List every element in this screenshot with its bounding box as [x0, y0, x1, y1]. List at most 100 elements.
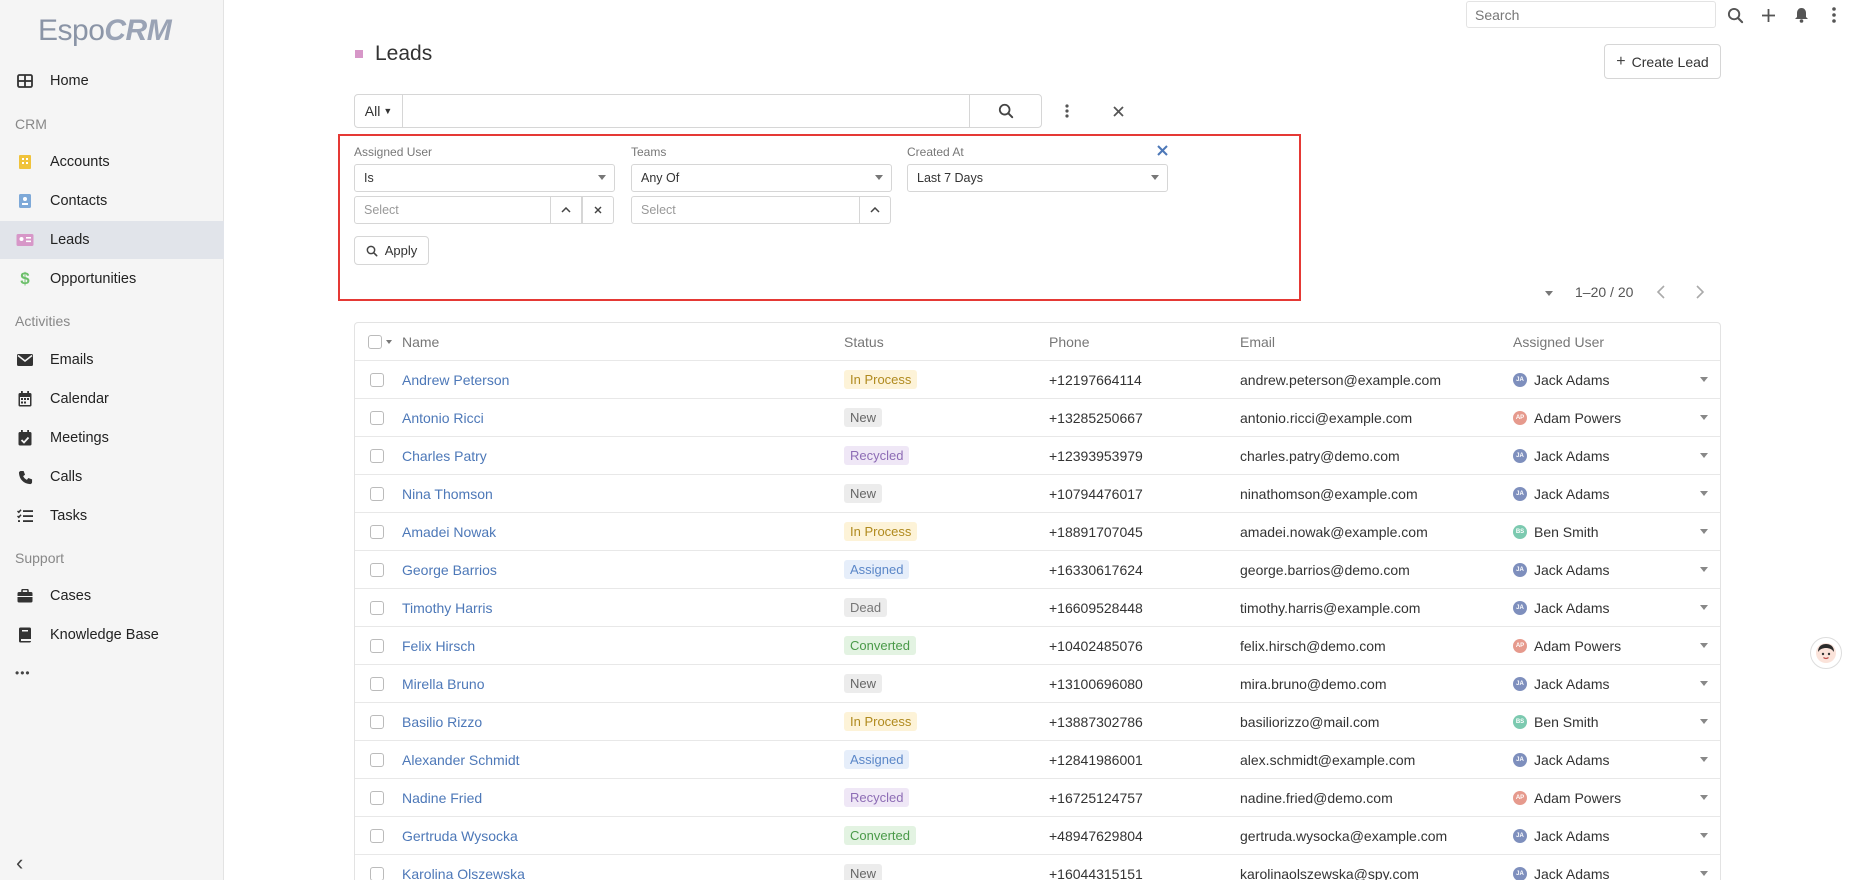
row-actions-dropdown-icon[interactable] [1700, 757, 1708, 762]
row-checkbox[interactable] [370, 715, 384, 729]
select-all-checkbox[interactable] [368, 335, 382, 349]
created-at-select[interactable]: Last 7 Days [907, 164, 1168, 192]
collapse-sidebar-icon[interactable]: ‹ [16, 852, 23, 874]
sidebar-item-knowledge-base[interactable]: Knowledge Base [0, 616, 224, 654]
row-actions-dropdown-icon[interactable] [1700, 795, 1708, 800]
lead-name-link[interactable]: Basilio Rizzo [402, 714, 482, 730]
global-search-input[interactable] [1466, 1, 1716, 28]
previous-page-icon[interactable] [1656, 284, 1666, 303]
menu-dots-icon[interactable] [1822, 3, 1846, 27]
row-actions-dropdown-icon[interactable] [1700, 605, 1708, 610]
row-actions-dropdown-icon[interactable] [1700, 491, 1708, 496]
email-cell: mira.bruno@demo.com [1240, 675, 1387, 692]
teams-operator-select[interactable]: Any Of [631, 164, 892, 192]
row-checkbox[interactable] [370, 829, 384, 843]
filter-scope-dropdown[interactable]: All ▼ [355, 95, 403, 127]
row-actions-dropdown-icon[interactable] [1700, 567, 1708, 572]
lead-name-link[interactable]: George Barrios [402, 562, 497, 578]
lead-name-link[interactable]: Andrew Peterson [402, 372, 509, 388]
row-actions-dropdown-icon[interactable] [1700, 415, 1708, 420]
more-icon[interactable]: ••• [15, 666, 31, 680]
sidebar-item-leads[interactable]: Leads [0, 221, 224, 259]
row-actions-dropdown-icon[interactable] [1700, 681, 1708, 686]
sidebar-item-label: Knowledge Base [50, 627, 159, 643]
lead-name-link[interactable]: Alexander Schmidt [402, 752, 520, 768]
row-checkbox[interactable] [370, 601, 384, 615]
column-header-phone[interactable]: Phone [1049, 323, 1089, 360]
row-checkbox[interactable] [370, 525, 384, 539]
column-header-name[interactable]: Name [402, 323, 439, 360]
column-header-status[interactable]: Status [844, 323, 884, 360]
row-checkbox[interactable] [370, 753, 384, 767]
next-page-icon[interactable] [1695, 284, 1705, 303]
created-at-value: Last 7 Days [917, 171, 984, 185]
reset-filters-close-icon[interactable] [1105, 98, 1131, 124]
lead-name-link[interactable]: Karolina Olszewska [402, 866, 525, 880]
row-checkbox[interactable] [370, 867, 384, 880]
lead-name-link[interactable]: Felix Hirsch [402, 638, 475, 654]
lead-name-link[interactable]: Mirella Bruno [402, 676, 484, 692]
table-row: Nadine Fried Recycled +16725124757 nadine.f… [355, 779, 1720, 817]
row-actions-dropdown-icon[interactable] [1700, 833, 1708, 838]
row-actions-dropdown-icon[interactable] [1700, 643, 1708, 648]
chevron-up-icon[interactable] [859, 196, 891, 224]
sidebar-item-opportunities[interactable]: $ Opportunities [0, 260, 224, 298]
search-button[interactable] [969, 95, 1041, 127]
row-checkbox[interactable] [370, 487, 384, 501]
row-checkbox[interactable] [370, 563, 384, 577]
assistant-avatar-icon[interactable] [1810, 637, 1842, 669]
lead-name-link[interactable]: Gertruda Wysocka [402, 828, 518, 844]
row-actions-dropdown-icon[interactable] [1700, 871, 1708, 876]
contact-card-icon [15, 191, 35, 211]
table-row: George Barrios Assigned +16330617624 george… [355, 551, 1720, 589]
assigned-user-name: Ben Smith [1534, 523, 1599, 540]
row-checkbox[interactable] [370, 677, 384, 691]
email-cell: karolinaolszewska@spy.com [1240, 865, 1419, 880]
pagination-dropdown-icon[interactable] [1545, 291, 1553, 296]
search-input[interactable] [403, 95, 969, 127]
lead-name-link[interactable]: Nadine Fried [402, 790, 482, 806]
row-actions-dropdown-icon[interactable] [1700, 453, 1708, 458]
row-checkbox[interactable] [370, 639, 384, 653]
search-icon[interactable] [1723, 3, 1747, 27]
sidebar-item-tasks[interactable]: Tasks [0, 497, 224, 535]
sidebar-item-cases[interactable]: Cases [0, 577, 224, 615]
row-checkbox[interactable] [370, 411, 384, 425]
bell-icon[interactable] [1789, 3, 1813, 27]
lead-name-link[interactable]: Amadei Nowak [402, 524, 496, 540]
chevron-down-icon [598, 175, 606, 180]
row-checkbox[interactable] [370, 449, 384, 463]
sidebar-item-emails[interactable]: Emails [0, 341, 224, 379]
lead-name-link[interactable]: Charles Patry [402, 448, 487, 464]
assigned-user-name: Ben Smith [1534, 713, 1599, 730]
teams-select-input[interactable] [631, 196, 860, 224]
sidebar-item-home[interactable]: Home [0, 62, 224, 100]
sidebar-item-contacts[interactable]: Contacts [0, 182, 224, 220]
app-logo[interactable]: Espo CRM [38, 14, 172, 48]
select-all-dropdown-icon[interactable] [386, 340, 392, 344]
assigned-user-name: Jack Adams [1534, 447, 1610, 464]
create-lead-button[interactable]: + Create Lead [1604, 44, 1721, 79]
row-actions-dropdown-icon[interactable] [1700, 529, 1708, 534]
assigned-user-select-input[interactable] [354, 196, 551, 224]
assigned-user-operator-select[interactable]: Is [354, 164, 615, 192]
more-options-icon[interactable] [1054, 98, 1080, 124]
row-checkbox[interactable] [370, 373, 384, 387]
column-header-email[interactable]: Email [1240, 323, 1275, 360]
lead-name-link[interactable]: Antonio Ricci [402, 410, 484, 426]
remove-filter-close-icon[interactable] [1153, 141, 1171, 159]
apply-filters-button[interactable]: Apply [354, 236, 429, 265]
lead-name-link[interactable]: Timothy Harris [402, 600, 493, 616]
sidebar-item-meetings[interactable]: Meetings [0, 419, 224, 457]
plus-icon[interactable] [1756, 3, 1780, 27]
row-actions-dropdown-icon[interactable] [1700, 377, 1708, 382]
clear-icon[interactable] [582, 196, 614, 224]
row-actions-dropdown-icon[interactable] [1700, 719, 1708, 724]
sidebar-item-calls[interactable]: Calls [0, 458, 224, 496]
sidebar-item-calendar[interactable]: Calendar [0, 380, 224, 418]
row-checkbox[interactable] [370, 791, 384, 805]
sidebar-item-accounts[interactable]: Accounts [0, 143, 224, 181]
lead-name-link[interactable]: Nina Thomson [402, 486, 493, 502]
chevron-up-icon[interactable] [550, 196, 582, 224]
column-header-assigned-user[interactable]: Assigned User [1513, 323, 1604, 360]
